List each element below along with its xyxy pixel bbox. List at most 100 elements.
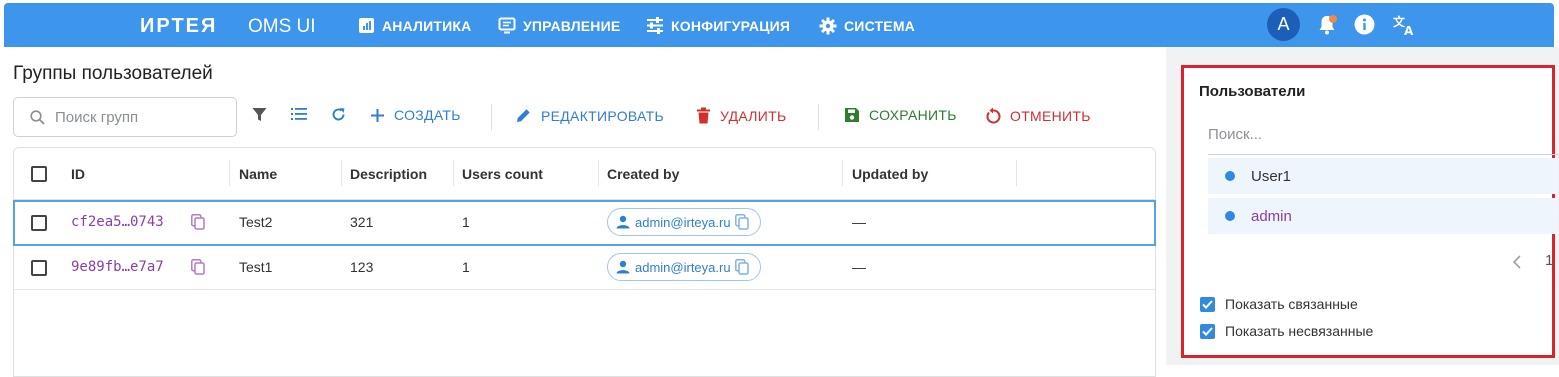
table-row[interactable]: cf2ea5…0743 Test2 321 1 admin@irteya.ru … — [13, 200, 1156, 246]
select-all-checkbox[interactable] — [31, 166, 47, 182]
table-row[interactable]: 9e89fb…e7a7 Test1 123 1 admin@irteya.ru … — [14, 246, 1155, 290]
linked-indicator — [1225, 211, 1235, 221]
nav-label: АНАЛИТИКА — [382, 17, 472, 34]
page-number[interactable]: 1 — [1545, 252, 1553, 269]
nav-label: КОНФИГУРАЦИЯ — [671, 17, 791, 34]
search-placeholder: Поиск групп — [55, 108, 139, 126]
row-users-count: 1 — [462, 259, 470, 275]
column-header-description[interactable]: Description — [350, 166, 427, 182]
row-checkbox[interactable] — [31, 260, 47, 276]
chart-icon — [359, 18, 374, 33]
svg-text:A: A — [1404, 24, 1414, 36]
users-panel: Пользователи Поиск... User1 admin 1 Пока… — [1181, 65, 1558, 358]
checkbox-checked — [1200, 323, 1215, 339]
user-name: User1 — [1251, 167, 1292, 185]
nav-system[interactable]: СИСТЕМА — [819, 17, 915, 35]
show-unlinked-checkbox[interactable]: Показать несвязанные — [1200, 323, 1373, 339]
row-checkbox[interactable] — [31, 215, 47, 231]
nav-analytics[interactable]: АНАЛИТИКА — [358, 17, 471, 34]
nav-configuration[interactable]: КОНФИГУРАЦИЯ — [646, 17, 790, 34]
columns-button[interactable] — [291, 107, 316, 121]
filter-button[interactable] — [252, 107, 276, 122]
copy-icon[interactable] — [734, 214, 749, 230]
search-underline — [1208, 154, 1558, 155]
checkbox-label: Показать несвязанные — [1225, 323, 1374, 339]
gear-icon — [819, 17, 837, 35]
row-name: Test2 — [239, 214, 273, 230]
logo: ИРТЕЯ — [140, 15, 218, 37]
list-icon — [291, 108, 307, 120]
column-header-updated-by[interactable]: Updated by — [852, 166, 928, 182]
pencil-icon — [517, 109, 530, 122]
save-button[interactable]: СОХРАНИТЬ — [844, 107, 957, 123]
edit-label: РЕДАКТИРОВАТЬ — [541, 107, 664, 124]
row-updated-by: — — [852, 259, 866, 275]
search-icon — [30, 109, 45, 125]
create-button[interactable]: СОЗДАТЬ — [370, 107, 461, 123]
manage-icon — [498, 17, 516, 34]
row-users-count: 1 — [462, 214, 470, 230]
checkbox-checked — [1200, 296, 1215, 312]
filter-icon — [252, 108, 267, 121]
chevron-left-icon[interactable] — [1512, 255, 1522, 269]
group-search-input[interactable]: Поиск групп — [13, 97, 237, 137]
info-icon — [1354, 14, 1375, 35]
nav-management[interactable]: УПРАВЛЕНИЕ — [498, 17, 620, 34]
cancel-button[interactable]: ОТМЕНИТЬ — [985, 107, 1091, 124]
page-title: Группы пользователей — [13, 63, 213, 84]
row-description: 123 — [350, 259, 374, 275]
top-navigation-bar: ИРТЕЯ OMS UI АНАЛИТИКА УПРАВЛЕНИЕ КОНФИГ… — [4, 3, 1554, 47]
notifications-button[interactable] — [1317, 14, 1337, 41]
app-name: OMS UI — [248, 16, 316, 37]
created-by-chip[interactable]: admin@irteya.ru — [607, 253, 761, 281]
column-header-name[interactable]: Name — [239, 166, 277, 182]
row-id: cf2ea5…0743 — [71, 214, 164, 230]
list-item-admin[interactable]: admin — [1208, 198, 1558, 234]
language-button[interactable]: 文A — [1393, 14, 1417, 41]
delete-button[interactable]: УДАЛИТЬ — [696, 107, 786, 124]
column-header-created-by[interactable]: Created by — [607, 166, 679, 182]
save-label: СОХРАНИТЬ — [869, 107, 957, 123]
column-divider — [842, 160, 843, 186]
user-avatar[interactable]: A — [1267, 8, 1300, 41]
notification-dot — [1329, 15, 1337, 23]
copy-icon[interactable] — [191, 259, 205, 275]
check-icon — [1202, 299, 1213, 309]
save-icon — [845, 108, 859, 122]
created-by-chip[interactable]: admin@irteya.ru — [607, 208, 761, 236]
row-name: Test1 — [239, 259, 273, 275]
groups-section: Группы пользователей Поиск групп СОЗДАТЬ… — [0, 47, 1166, 377]
copy-icon[interactable] — [191, 214, 205, 230]
copy-icon[interactable] — [734, 259, 749, 275]
edit-button[interactable]: РЕДАКТИРОВАТЬ — [515, 107, 664, 124]
column-divider — [598, 160, 599, 186]
checkbox-label: Показать связанные — [1225, 296, 1358, 312]
refresh-button[interactable] — [331, 107, 355, 122]
toolbar-divider — [491, 104, 492, 130]
sliders-icon — [647, 17, 663, 34]
row-id: 9e89fb…e7a7 — [71, 259, 164, 275]
translate-icon: 文A — [1393, 14, 1414, 38]
nav-label: УПРАВЛЕНИЕ — [523, 17, 621, 34]
row-description: 321 — [350, 214, 374, 230]
cancel-label: ОТМЕНИТЬ — [1010, 107, 1091, 124]
delete-label: УДАЛИТЬ — [720, 107, 787, 124]
info-button[interactable] — [1354, 14, 1375, 40]
chip-label: admin@irteya.ru — [635, 214, 731, 230]
column-header-users-count[interactable]: Users count — [462, 166, 543, 182]
plus-icon — [371, 108, 384, 122]
column-header-id[interactable]: ID — [71, 166, 85, 182]
linked-indicator — [1225, 171, 1235, 181]
refresh-icon — [332, 108, 345, 121]
list-item-user1[interactable]: User1 — [1208, 158, 1558, 194]
show-linked-checkbox[interactable]: Показать связанные — [1200, 296, 1358, 312]
users-panel-title: Пользователи — [1199, 83, 1306, 100]
users-search-input[interactable]: Поиск... — [1208, 126, 1262, 143]
groups-table: ID Name Description Users count Created … — [13, 147, 1156, 377]
trash-icon — [697, 107, 710, 124]
column-divider — [341, 160, 342, 186]
nav-label: СИСТЕМА — [844, 18, 915, 34]
person-icon — [616, 215, 630, 229]
row-updated-by: — — [852, 214, 866, 230]
toolbar-divider — [818, 104, 819, 130]
